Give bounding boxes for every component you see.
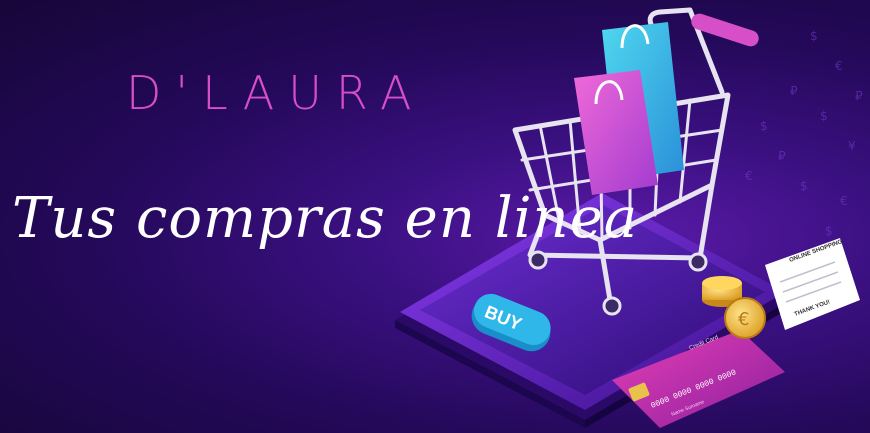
currency-symbols-decoration: $ € ₽ $ ¥ ₽ $ € $ ₽ € $ <box>745 29 863 238</box>
svg-text:₽: ₽ <box>778 149 786 163</box>
svg-text:$: $ <box>810 29 818 43</box>
tagline: Tus compras en linea <box>12 186 639 251</box>
svg-text:$: $ <box>820 109 828 123</box>
svg-text:€: € <box>835 59 843 73</box>
svg-text:₽: ₽ <box>790 84 798 98</box>
svg-text:₽: ₽ <box>855 89 863 103</box>
svg-text:$: $ <box>800 179 808 193</box>
cart-handle-grip <box>691 13 759 47</box>
svg-text:¥: ¥ <box>848 139 856 153</box>
svg-text:€: € <box>745 169 753 183</box>
svg-text:€: € <box>840 194 848 208</box>
coin-symbol: € <box>738 309 749 330</box>
svg-text:$: $ <box>825 224 833 238</box>
svg-text:$: $ <box>760 119 768 133</box>
brand-logo: D'LAURA <box>126 66 426 120</box>
shopping-bags <box>574 22 684 195</box>
promo-banner: $ € ₽ $ ¥ ₽ $ € $ ₽ € $ € BUY ONLINE SHO… <box>0 0 870 433</box>
